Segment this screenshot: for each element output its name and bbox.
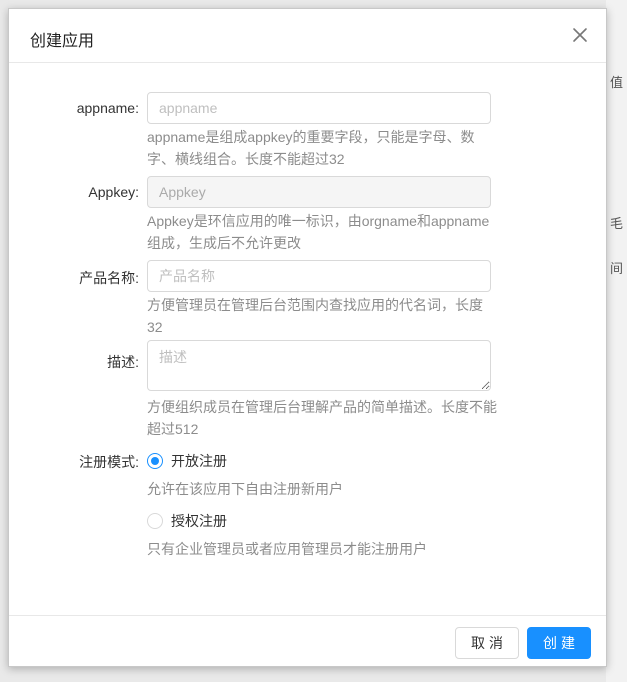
modal-title: 创建应用	[30, 33, 95, 50]
radio-label: 授权注册	[171, 513, 227, 529]
background-text-fragment: 间	[610, 261, 624, 276]
radio-checked-icon	[147, 453, 163, 469]
product-name-help: 方便管理员在管理后台范围内查找应用的代名词，长度32	[147, 297, 483, 335]
product-name-input[interactable]	[147, 260, 491, 292]
close-button[interactable]	[572, 27, 588, 43]
appkey-label: Appkey:	[88, 184, 139, 200]
radio-label: 开放注册	[171, 453, 227, 469]
background-page	[606, 0, 627, 682]
background-text-fragment: 值	[610, 75, 624, 90]
appname-label: appname:	[76, 100, 139, 116]
description-label: 描述:	[107, 354, 139, 370]
modal-footer: 取消 创建	[9, 615, 606, 668]
radio-unchecked-icon	[147, 513, 163, 529]
authorized-registration-help: 只有企业管理员或者应用管理员才能注册用户	[147, 541, 427, 557]
open-registration-help: 允许在该应用下自由注册新用户	[147, 481, 343, 497]
create-app-modal: 创建应用 appname: appname是组成appkey的重要字段，只能是字…	[8, 8, 607, 667]
modal-header: 创建应用	[9, 9, 606, 63]
registration-mode-label: 注册模式:	[79, 454, 139, 470]
appname-help: appname是组成appkey的重要字段，只能是字母、数字、横线组合。长度不能…	[147, 129, 475, 167]
product-name-label: 产品名称:	[79, 270, 139, 286]
cancel-button[interactable]: 取消	[455, 627, 519, 659]
background-text-fragment: 毛	[610, 216, 624, 231]
close-icon	[573, 28, 587, 42]
radio-open-registration[interactable]: 开放注册	[147, 450, 227, 472]
create-button[interactable]: 创建	[527, 627, 591, 659]
radio-authorized-registration[interactable]: 授权注册	[147, 510, 227, 532]
description-textarea[interactable]	[147, 340, 491, 391]
appkey-help: Appkey是环信应用的唯一标识，由orgname和appname组成，生成后不…	[147, 213, 490, 251]
appkey-input	[147, 176, 491, 208]
description-help: 方便组织成员在管理后台理解产品的简单描述。长度不能超过512	[147, 399, 497, 437]
appname-input[interactable]	[147, 92, 491, 124]
